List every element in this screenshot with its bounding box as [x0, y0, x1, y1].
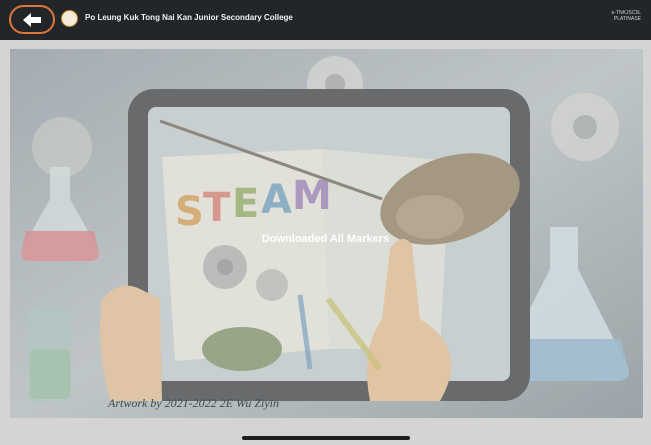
arrow-left-icon — [23, 12, 41, 27]
download-status-message: Downloaded All Markers — [261, 233, 390, 245]
account-label: e-TNKJSC5L PLATINASE — [581, 10, 641, 22]
school-crest-icon — [61, 10, 78, 27]
app-title: Po Leung Kuk Tong Nai Kan Junior Seconda… — [85, 13, 293, 22]
back-button[interactable] — [9, 5, 55, 34]
home-indicator[interactable] — [242, 436, 410, 440]
artwork-credit: Artwork by 2021-2022 2E Wu Ziyin — [108, 396, 279, 410]
account-line-2: PLATINASE — [613, 16, 641, 22]
top-bar: Po Leung Kuk Tong Nai Kan Junior Seconda… — [0, 0, 651, 40]
